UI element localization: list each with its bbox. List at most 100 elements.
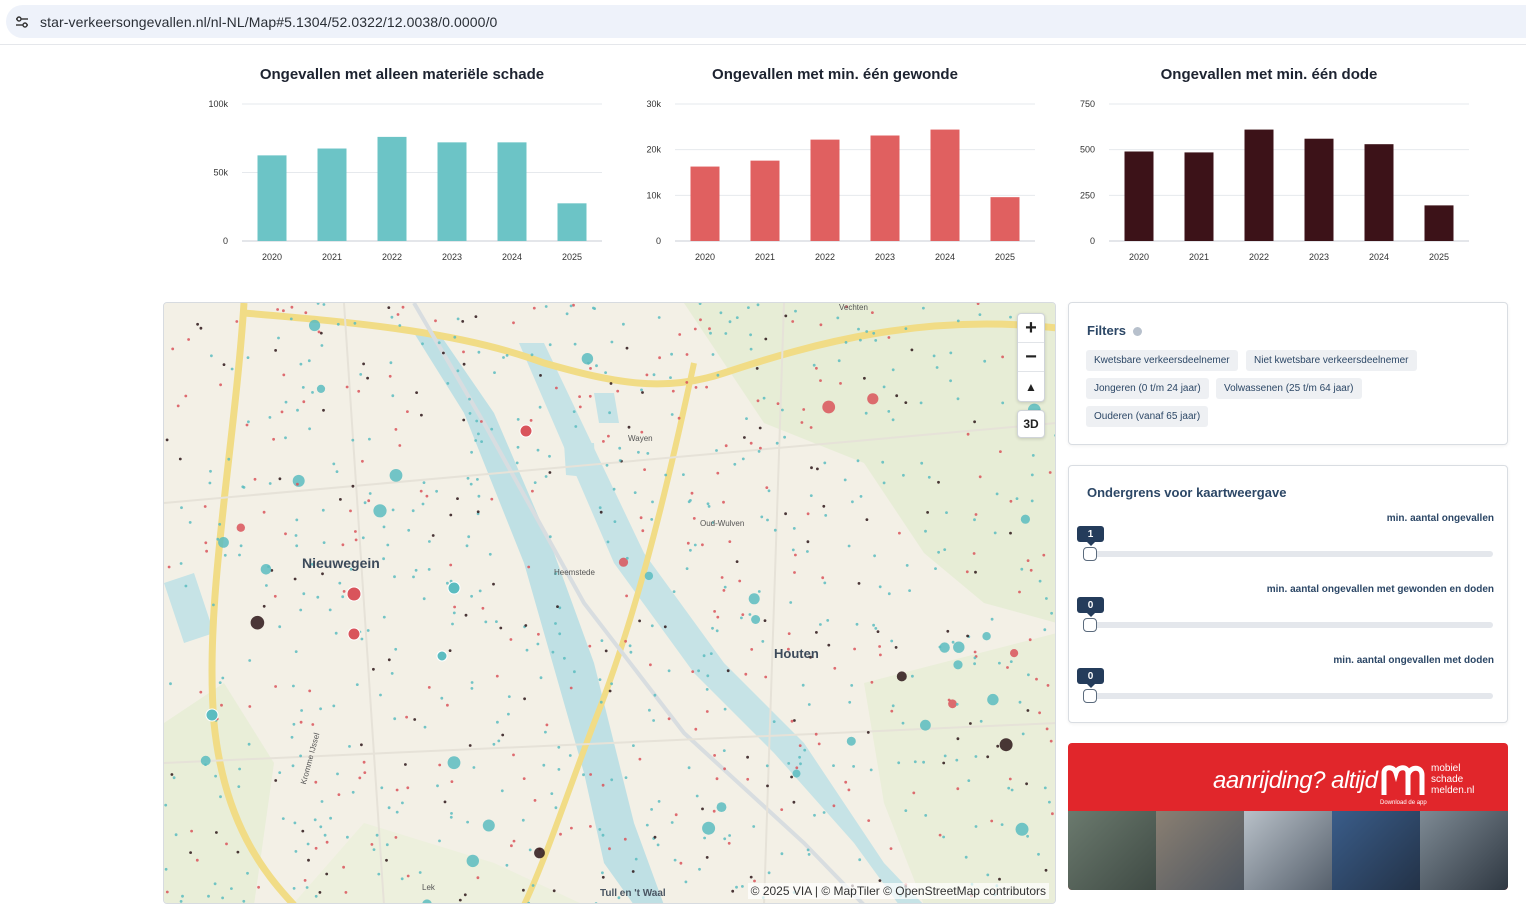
accident-marker <box>965 570 969 574</box>
bar-chart-gewonde: 0 10k 20k 30k 2020 2021 2022 2023 2024 2025 <box>646 99 1035 262</box>
accident-marker <box>719 311 723 315</box>
accident-marker <box>693 327 697 331</box>
info-icon[interactable] <box>1132 327 1142 337</box>
accident-marker <box>320 800 324 803</box>
url-text[interactable]: star-verkeersongevallen.nl/nl-NL/Map#5.1… <box>40 14 497 30</box>
accident-marker <box>420 413 423 417</box>
toggle-3d-button[interactable]: 3D <box>1017 410 1045 438</box>
accident-marker <box>803 748 807 752</box>
map-attribution[interactable]: © 2025 VIA | © MapTiler © OpenStreetMap … <box>747 883 1049 899</box>
accident-marker <box>527 565 531 569</box>
filter-chip-volwassenen[interactable]: Volwassenen (25 t/m 64 jaar) <box>1216 378 1362 399</box>
accident-marker <box>282 373 286 377</box>
accident-marker <box>669 376 672 379</box>
chart-title: Ongevallen met alleen materiële schade <box>259 66 545 83</box>
accident-marker <box>1027 673 1030 677</box>
accident-marker <box>205 549 208 553</box>
x-tick-label: 2023 <box>875 252 895 262</box>
accident-marker <box>670 413 674 416</box>
site-settings-icon[interactable] <box>14 14 30 30</box>
accident-marker <box>793 719 796 722</box>
accident-marker <box>616 389 620 393</box>
accident-marker <box>280 410 284 414</box>
accident-marker <box>815 366 818 370</box>
place-label-tull: Tull en 't Waal <box>600 888 666 899</box>
accident-marker <box>284 400 288 404</box>
accident-marker <box>370 843 374 846</box>
filter-chip-ouderen[interactable]: Ouderen (vanaf 65 jaar) <box>1086 406 1209 427</box>
accident-map[interactable]: Nieuwegein Houten Vechten Wayen Oud-Wulv… <box>163 302 1056 904</box>
accident-marker <box>858 858 862 862</box>
accident-marker <box>248 659 252 662</box>
accident-marker <box>308 689 312 693</box>
filter-chip-kwetsbaar[interactable]: Kwetsbare verkeersdeelnemer <box>1086 350 1238 371</box>
filter-chip-jongeren[interactable]: Jongeren (0 t/m 24 jaar) <box>1086 378 1209 399</box>
accident-marker <box>1048 471 1052 474</box>
accident-marker <box>964 855 968 859</box>
accident-marker <box>715 629 719 633</box>
accident-marker <box>391 508 395 512</box>
accident-marker <box>896 671 907 682</box>
accident-marker <box>497 739 501 743</box>
accident-marker <box>1026 709 1030 712</box>
accident-marker <box>844 341 848 344</box>
accident-marker <box>466 820 469 824</box>
accident-marker <box>318 891 322 894</box>
accident-marker <box>446 703 449 707</box>
accident-marker <box>401 305 405 309</box>
slider-handle-doden[interactable] <box>1083 689 1097 703</box>
map-nav-controls: + − ▲ <box>1017 313 1045 402</box>
slider-label-gewonden-doden: min. aantal ongevallen met gewonden en d… <box>1266 584 1494 595</box>
y-tick-label: 0 <box>1090 236 1095 246</box>
accident-marker <box>216 537 220 541</box>
slider-track-doden[interactable] <box>1089 693 1493 699</box>
map-canvas[interactable] <box>164 303 1056 904</box>
accident-marker <box>735 560 739 563</box>
slider-track-gewonden-doden[interactable] <box>1089 622 1493 628</box>
accident-marker <box>787 632 791 635</box>
accident-marker <box>300 709 303 712</box>
accident-marker <box>631 870 635 873</box>
accident-marker <box>322 541 326 544</box>
zoom-in-button[interactable]: + <box>1018 314 1044 343</box>
filter-chip-niet-kwetsbaar[interactable]: Niet kwetsbare verkeersdeelnemer <box>1246 350 1417 371</box>
filters-title: Filters <box>1087 323 1142 338</box>
address-bar[interactable]: star-verkeersongevallen.nl/nl-NL/Map#5.1… <box>6 5 1526 38</box>
accident-marker <box>972 552 976 555</box>
place-label-vechten: Vechten <box>839 303 868 312</box>
accident-marker <box>794 553 797 557</box>
accident-marker <box>733 462 737 466</box>
accident-marker <box>625 594 628 598</box>
zoom-out-button[interactable]: − <box>1018 343 1044 372</box>
place-label-heemstede: Heemstede <box>554 568 595 577</box>
accident-marker <box>531 489 534 493</box>
accident-marker <box>225 842 228 846</box>
slider-handle-gewonden-doden[interactable] <box>1083 618 1097 632</box>
accident-marker <box>857 582 861 585</box>
accident-marker <box>569 304 573 308</box>
mobiel-schade-melden-banner[interactable]: aanrijding? altijd mobiel schade melden.… <box>1068 743 1508 890</box>
accident-marker <box>336 322 340 326</box>
compass-button[interactable]: ▲ <box>1018 372 1044 401</box>
accident-marker <box>806 848 810 852</box>
slider-handle-ongevallen[interactable] <box>1083 547 1097 561</box>
accident-marker <box>301 386 305 389</box>
bar-2022 <box>377 136 407 241</box>
accident-marker <box>689 548 692 552</box>
accident-marker <box>505 863 509 867</box>
accident-marker <box>551 650 555 654</box>
accident-marker <box>955 758 959 762</box>
accident-marker <box>836 316 840 320</box>
accident-marker <box>791 548 795 552</box>
accident-marker <box>427 568 431 571</box>
accident-marker <box>363 501 367 505</box>
slider-track-ongevallen[interactable] <box>1089 551 1493 557</box>
accident-marker <box>607 434 610 438</box>
accident-marker <box>956 397 960 401</box>
accident-marker <box>790 775 793 779</box>
accident-marker <box>891 418 895 422</box>
accident-marker <box>598 828 602 831</box>
accident-marker <box>476 478 479 481</box>
y-tick-label: 500 <box>1080 145 1095 155</box>
accident-marker <box>407 528 411 532</box>
